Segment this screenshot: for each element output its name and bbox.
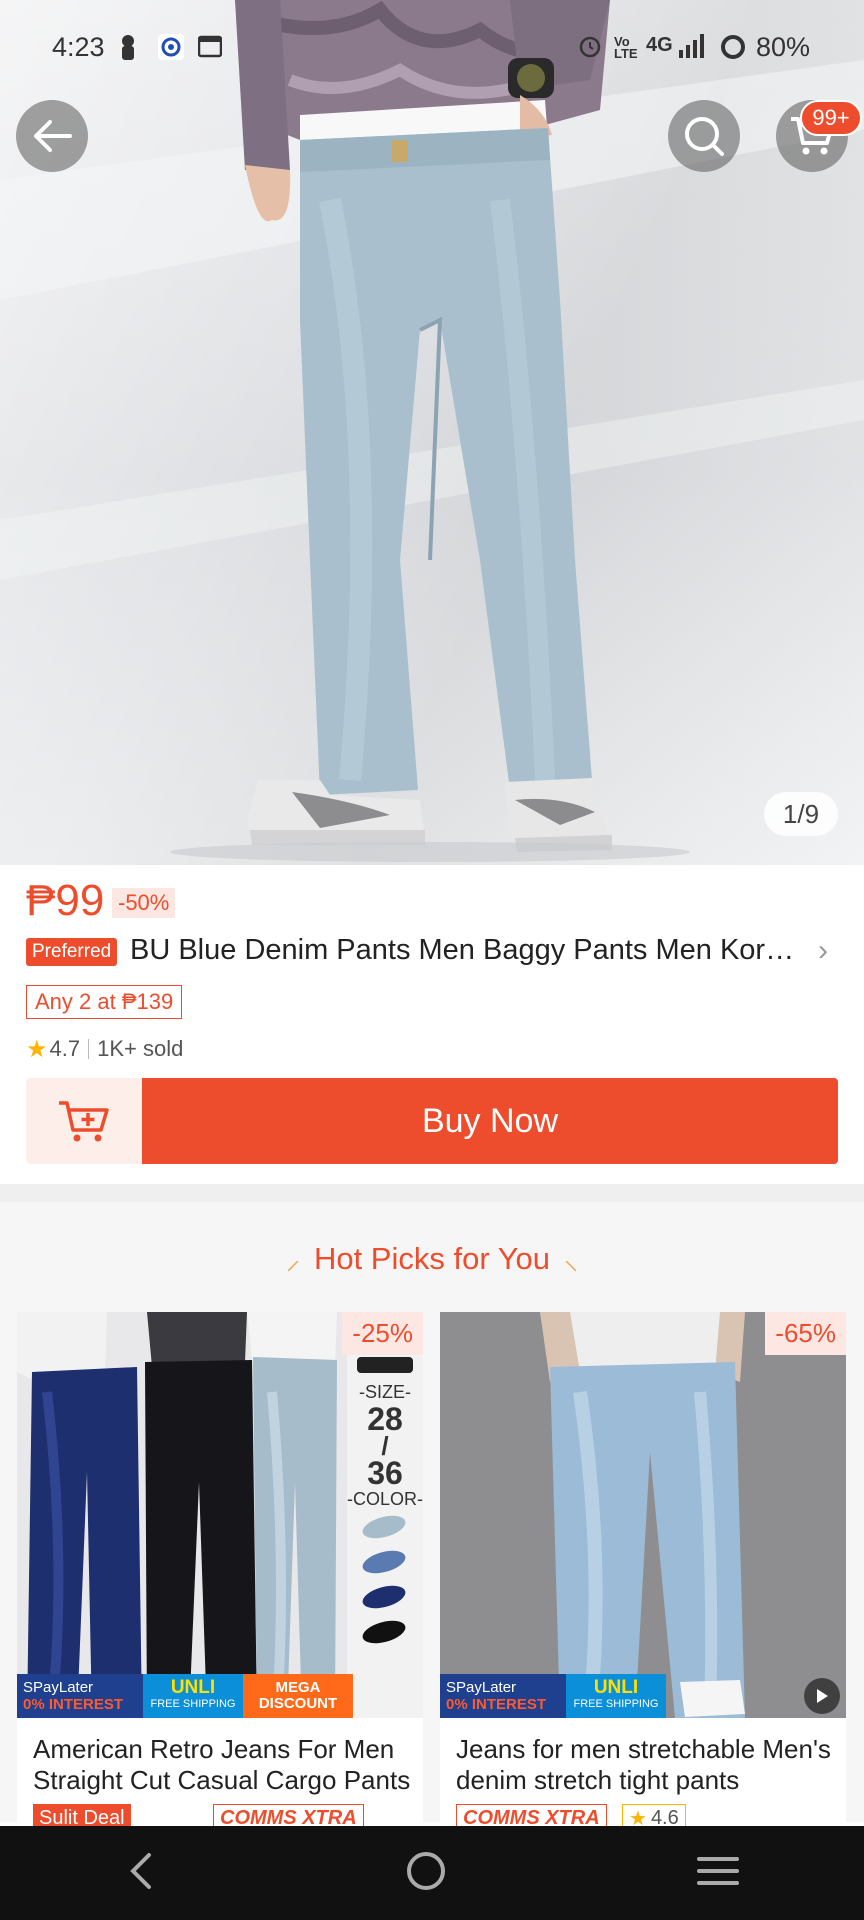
signal-icon <box>678 34 704 64</box>
nav-home-button[interactable] <box>405 1850 447 1897</box>
free-shipping-badge: UNLI FREE SHIPPING <box>143 1674 243 1718</box>
size-label: -SIZE- <box>359 1382 411 1402</box>
menu-icon <box>697 1856 739 1885</box>
add-cart-icon <box>59 1101 109 1142</box>
rating-row: ★ 4.7 1K+ sold <box>26 1034 183 1064</box>
chevron-left-icon <box>130 1852 151 1889</box>
product-title[interactable]: BU Blue Denim Pants Men Baggy Pants Men … <box>130 934 810 967</box>
home-circle-icon <box>407 1851 445 1890</box>
card-discount-badge: -65% <box>765 1312 846 1355</box>
chevron-right-icon[interactable]: › <box>818 934 828 968</box>
arrow-left-icon <box>34 120 72 152</box>
discount-badge: -50% <box>112 888 176 918</box>
size-separator: / <box>381 1431 389 1461</box>
spaylater-badge: SPayLater 0% INTEREST <box>17 1674 143 1718</box>
search-icon <box>685 117 724 156</box>
network-type: 4G <box>646 34 673 56</box>
promo-strip: SPayLater 0% INTEREST UNLI FREE SHIPPING M… <box>17 1674 423 1718</box>
product-image-carousel[interactable]: 4:23 Vo LTE 4G 80% 99+ 1/9 <box>0 0 864 865</box>
image-counter: 1/9 <box>764 792 838 836</box>
product-card[interactable]: -65% SPayLater 0% INTEREST UNLI FREE SHIPP… <box>440 1312 846 1832</box>
free-shipping-badge: UNLI FREE SHIPPING <box>566 1674 666 1718</box>
battery-percent: 80% <box>756 32 811 62</box>
card-title: American Retro Jeans For Men Straight Cu… <box>33 1734 411 1795</box>
swirl-right-icon: ⸜ <box>564 1244 579 1275</box>
app-notification-icon <box>158 34 184 66</box>
card-discount-badge: -25% <box>342 1312 423 1355</box>
status-time: 4:23 <box>52 32 105 62</box>
product-card-image: -SIZE- 28 / 36 -COLOR- -25% SPayLater 0% … <box>17 1312 423 1718</box>
volte-icon: Vo LTE <box>614 34 638 61</box>
notification-icon <box>118 34 138 66</box>
section-divider <box>0 1184 864 1202</box>
star-icon: ★ <box>26 1035 48 1063</box>
sold-count: 1K+ sold <box>97 1036 184 1061</box>
buy-now-button[interactable]: Buy Now <box>142 1078 838 1164</box>
back-button[interactable] <box>16 100 88 172</box>
divider <box>88 1039 90 1059</box>
status-bar: 4:23 Vo LTE 4G 80% <box>0 0 864 100</box>
product-price: ₱99 <box>26 876 105 925</box>
search-button[interactable] <box>668 100 740 172</box>
cart-count-badge: 99+ <box>800 100 862 136</box>
nav-recents-button[interactable] <box>697 1855 739 1892</box>
swirl-left-icon: ⸝ <box>285 1244 300 1275</box>
color-label: -COLOR- <box>347 1489 423 1509</box>
bundle-promo-tag[interactable]: Any 2 at ₱139 <box>26 985 183 1019</box>
rating-value: 4.7 <box>49 1036 81 1061</box>
alarm-icon <box>578 34 602 64</box>
add-to-cart-button[interactable] <box>26 1078 142 1164</box>
product-card[interactable]: -SIZE- 28 / 36 -COLOR- -25% SPayLater 0% … <box>17 1312 423 1832</box>
system-nav-bar <box>0 1826 864 1920</box>
spaylater-badge: SPayLater 0% INTEREST <box>440 1674 566 1718</box>
hot-picks-title: Hot Picks for You <box>313 1241 551 1276</box>
hot-picks-heading: ⸝ Hot Picks for You ⸜ <box>0 1240 864 1278</box>
nav-back-button[interactable] <box>125 1851 155 1896</box>
promo-strip: SPayLater 0% INTEREST UNLI FREE SHIPPING <box>440 1674 846 1718</box>
card-title: Jeans for men stretchable Men's denim st… <box>456 1734 831 1795</box>
preferred-badge: Preferred <box>26 938 118 966</box>
calendar-icon <box>197 34 223 64</box>
mega-discount-badge: MEGA DISCOUNT <box>243 1674 353 1718</box>
size-max: 36 <box>367 1455 403 1491</box>
battery-ring-icon <box>720 34 746 66</box>
product-card-image: -65% SPayLater 0% INTEREST UNLI FREE SHIPP… <box>440 1312 846 1718</box>
